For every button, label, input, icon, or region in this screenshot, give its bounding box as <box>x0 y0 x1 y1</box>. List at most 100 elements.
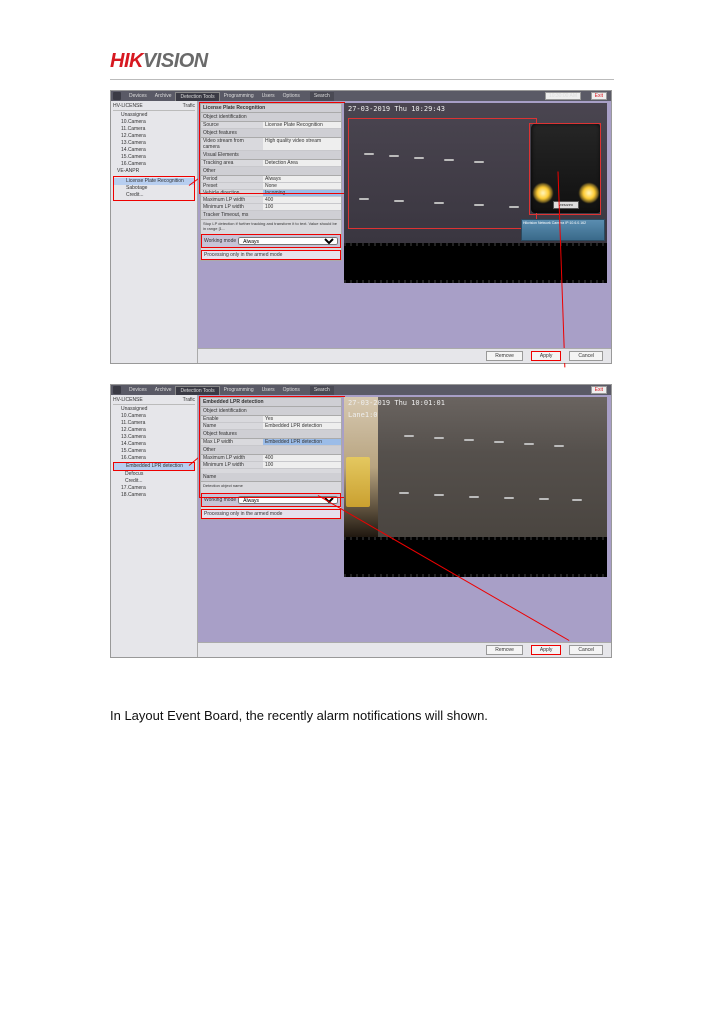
titlebar: Devices Archive Detection Tools Programm… <box>111 385 611 395</box>
tree-item-selected[interactable]: License Plate Recognition <box>114 178 194 185</box>
tab-search[interactable]: Search <box>310 386 334 395</box>
road-dash <box>572 499 582 501</box>
tab-archive[interactable]: Archive <box>151 92 176 101</box>
road-dash <box>359 198 369 200</box>
tab-bar: Devices Archive Detection Tools Programm… <box>125 386 334 395</box>
remove-button[interactable]: Remove <box>486 351 523 361</box>
device-tree-sidebar: HV-LICENSETrafic Unassigned 10.Camera 11… <box>111 101 198 363</box>
remove-button[interactable]: Remove <box>486 645 523 655</box>
working-mode-select[interactable]: Always <box>238 237 338 245</box>
lane-overlay: Lane1:0 <box>348 411 378 419</box>
tree-item[interactable]: 13.Camera <box>113 140 195 147</box>
tree-item[interactable]: 10.Camera <box>113 119 195 126</box>
tab-devices[interactable]: Devices <box>125 386 151 395</box>
tab-devices[interactable]: Devices <box>125 92 151 101</box>
header-divider <box>110 79 614 80</box>
tree-item[interactable]: 14.Camera <box>113 441 195 448</box>
app-screenshot-2: Devices Archive Detection Tools Programm… <box>110 384 612 658</box>
bottom-bar: Remove Apply Cancel <box>198 642 611 657</box>
tab-options[interactable]: Options <box>279 92 304 101</box>
tab-search[interactable]: Search <box>310 92 334 101</box>
device-tree-sidebar: HV-LICENSETrafic Unassigned 10.Camera 11… <box>111 395 198 657</box>
timeline-strip[interactable] <box>344 243 607 283</box>
exit-button[interactable]: Exit <box>591 386 607 394</box>
road-dash <box>394 200 404 202</box>
app-icon <box>113 386 121 394</box>
apply-button[interactable]: Apply <box>531 351 562 361</box>
tab-archive[interactable]: Archive <box>151 386 176 395</box>
tree-item[interactable]: 17.Camera <box>113 485 195 492</box>
section-tracker-timeout: Tracker Timeout, ms <box>201 211 341 220</box>
tree-item[interactable]: Sabotage <box>114 185 194 192</box>
video-feed: 27-03-2019 Thu 10:29:43 <box>344 103 607 243</box>
tab-users[interactable]: Users <box>258 92 279 101</box>
tab-programming[interactable]: Programming <box>220 386 258 395</box>
tree-item[interactable]: Credit... <box>114 192 194 199</box>
main-area: License Plate Recognition Object identif… <box>198 101 611 363</box>
cfg-note: Stop LP detection if further tracking an… <box>201 220 341 232</box>
road-dash <box>464 439 474 441</box>
road-dash <box>404 435 414 437</box>
caption-text: In Layout Event Board, the recently alar… <box>110 708 614 723</box>
vehicle-detect-box <box>529 123 601 215</box>
road-dash <box>434 202 444 204</box>
road-dash <box>474 161 484 163</box>
bottom-bar: Remove Apply Cancel <box>198 348 611 363</box>
tree-item[interactable]: 16.Camera <box>113 455 195 462</box>
road-dash <box>509 206 519 208</box>
tree-item[interactable]: Defocus <box>113 471 195 478</box>
brand-logo: HIKVISION <box>110 50 614 73</box>
road-dash <box>469 496 479 498</box>
tab-detection-tools[interactable]: Detection Tools <box>175 386 219 395</box>
tab-programming[interactable]: Programming <box>220 92 258 101</box>
tab-users[interactable]: Users <box>258 386 279 395</box>
tree-item[interactable]: 14.Camera <box>113 147 195 154</box>
tree-item[interactable]: 11.Camera <box>113 126 195 133</box>
video-panel: 27-03-2019 Thu 10:29:43 <box>344 103 607 283</box>
app-icon <box>113 92 121 100</box>
tree-item[interactable]: 11.Camera <box>113 420 195 427</box>
camera-overlay-info: Hikvision Network Camera IP:10.6.0.162 <box>521 219 605 241</box>
armed-mode-note: Processing only in the armed mode <box>201 509 341 519</box>
tab-options[interactable]: Options <box>279 386 304 395</box>
tree-item[interactable]: Unassigned <box>113 406 195 413</box>
tab-detection-tools[interactable]: Detection Tools <box>175 92 219 101</box>
cancel-button[interactable]: Cancel <box>569 645 603 655</box>
cfg-value[interactable]: 100 <box>263 204 341 210</box>
road-dash <box>524 443 534 445</box>
video-timestamp: 27-03-2019 Thu 10:01:01 <box>348 399 445 407</box>
road-dash <box>364 153 374 155</box>
tab-bar: Devices Archive Detection Tools Programm… <box>125 92 334 101</box>
tree-item[interactable]: 16.Camera <box>113 161 195 168</box>
clock: 10:30:00 AM <box>545 92 581 100</box>
working-mode-label: Working mode <box>204 238 236 244</box>
road-dash <box>554 445 564 447</box>
tree-item[interactable]: 18.Camera <box>113 492 195 499</box>
cfg-value[interactable]: 400 <box>263 197 341 203</box>
tree-item[interactable]: 15.Camera <box>113 448 195 455</box>
tree-root: HV-LICENSE <box>113 397 143 403</box>
road-dash <box>474 204 484 206</box>
road-dash <box>389 155 399 157</box>
tree-item[interactable]: VE-ANPR <box>113 168 195 175</box>
tree-item[interactable]: 13.Camera <box>113 434 195 441</box>
road-dash <box>504 497 514 499</box>
main-area: Embedded LPR detection Object identifica… <box>198 395 611 657</box>
cfg-label: Minimum LP width <box>201 204 263 210</box>
app-screenshot-1: Devices Archive Detection Tools Programm… <box>110 90 612 364</box>
tree-item[interactable]: 15.Camera <box>113 154 195 161</box>
timeline-strip[interactable] <box>344 537 607 577</box>
tree-item[interactable]: 12.Camera <box>113 427 195 434</box>
logo-gray: VISION <box>143 50 208 72</box>
road-dash <box>399 492 409 494</box>
tree-item[interactable]: Credit... <box>113 478 195 485</box>
tree-item[interactable]: 12.Camera <box>113 133 195 140</box>
road-dash <box>444 159 454 161</box>
tree-item[interactable]: Unassigned <box>113 112 195 119</box>
tree-item[interactable]: 10.Camera <box>113 413 195 420</box>
cancel-button[interactable]: Cancel <box>569 351 603 361</box>
exit-button[interactable]: Exit <box>591 92 607 100</box>
apply-button[interactable]: Apply <box>531 645 562 655</box>
road-dash <box>414 157 424 159</box>
tree-item-selected[interactable]: Embedded LPR detection <box>113 462 195 471</box>
